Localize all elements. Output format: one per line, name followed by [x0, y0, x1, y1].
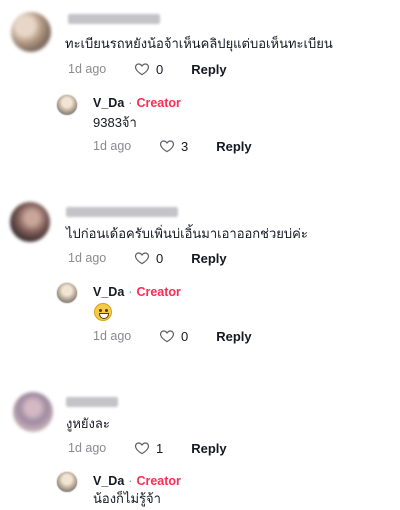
creator-avatar[interactable]: [56, 471, 78, 493]
reply-meta: 1d ago 3 Reply: [93, 138, 252, 154]
comment-text: ไปก่อนเด้อครับเพิ่นบ่เอิ้นมาเอาออกช่วยบ่…: [66, 226, 308, 241]
reply-author: V_Da · Creator: [93, 96, 181, 110]
commenter-avatar[interactable]: [13, 392, 53, 432]
like-count: 0: [156, 61, 164, 77]
reply-button[interactable]: Reply: [191, 62, 226, 77]
creator-badge: Creator: [136, 285, 181, 299]
like-count: 3: [181, 138, 189, 154]
comment-date: 1d ago: [68, 441, 107, 455]
commenter-avatar[interactable]: [11, 12, 51, 52]
comment-meta: 1d ago 0 Reply: [68, 250, 227, 266]
comment-text: งูหยังละ: [66, 416, 110, 431]
separator-dot: ·: [128, 96, 133, 110]
like-button[interactable]: [159, 138, 181, 154]
creator-avatar[interactable]: [56, 94, 78, 116]
like-button[interactable]: [134, 61, 156, 77]
reply-text: 9383จ้า: [93, 115, 137, 130]
reply-meta: 1d ago 0 Reply: [93, 328, 252, 344]
reply-button[interactable]: Reply: [216, 139, 251, 154]
creator-badge: Creator: [136, 474, 181, 488]
reply-button[interactable]: Reply: [191, 441, 226, 456]
heart-outline-icon: [134, 252, 150, 265]
like-button[interactable]: [134, 250, 156, 266]
comment-meta: 1d ago 1 Reply: [68, 440, 227, 456]
like-button[interactable]: [134, 440, 156, 456]
heart-outline-icon: [159, 140, 175, 153]
heart-outline-icon: [134, 442, 150, 455]
heart-outline-icon: [159, 330, 175, 343]
grinning-emoji-icon: [94, 303, 112, 321]
reply-author: V_Da · Creator: [93, 285, 181, 299]
comment-date: 1d ago: [68, 251, 107, 265]
reply-date: 1d ago: [93, 329, 132, 343]
commenter-name-redacted[interactable]: [68, 14, 160, 24]
creator-badge: Creator: [136, 96, 181, 110]
like-count: 0: [181, 328, 189, 344]
reply-author: V_Da · Creator: [93, 474, 181, 488]
author-name[interactable]: V_Da: [93, 474, 124, 488]
separator-dot: ·: [128, 285, 133, 299]
creator-avatar[interactable]: [56, 282, 78, 304]
reply-text: น้องก็ไม่รู้จ้า: [93, 491, 161, 506]
comment-date: 1d ago: [68, 62, 107, 76]
commenter-name-redacted[interactable]: [66, 397, 118, 407]
like-count: 0: [156, 250, 164, 266]
reply-date: 1d ago: [93, 139, 132, 153]
commenter-avatar[interactable]: [10, 202, 50, 242]
author-name[interactable]: V_Da: [93, 96, 124, 110]
reply-button[interactable]: Reply: [216, 329, 251, 344]
heart-outline-icon: [134, 63, 150, 76]
like-button[interactable]: [159, 328, 181, 344]
comment-text: ทะเบียนรถหยังน้อจ้าเห็นคลิปยุแต่บอเห็นทะ…: [65, 36, 333, 51]
author-name[interactable]: V_Da: [93, 285, 124, 299]
reply-button[interactable]: Reply: [191, 251, 226, 266]
separator-dot: ·: [128, 474, 133, 488]
comment-meta: 1d ago 0 Reply: [68, 61, 227, 77]
commenter-name-redacted[interactable]: [66, 207, 178, 217]
like-count: 1: [156, 440, 164, 456]
